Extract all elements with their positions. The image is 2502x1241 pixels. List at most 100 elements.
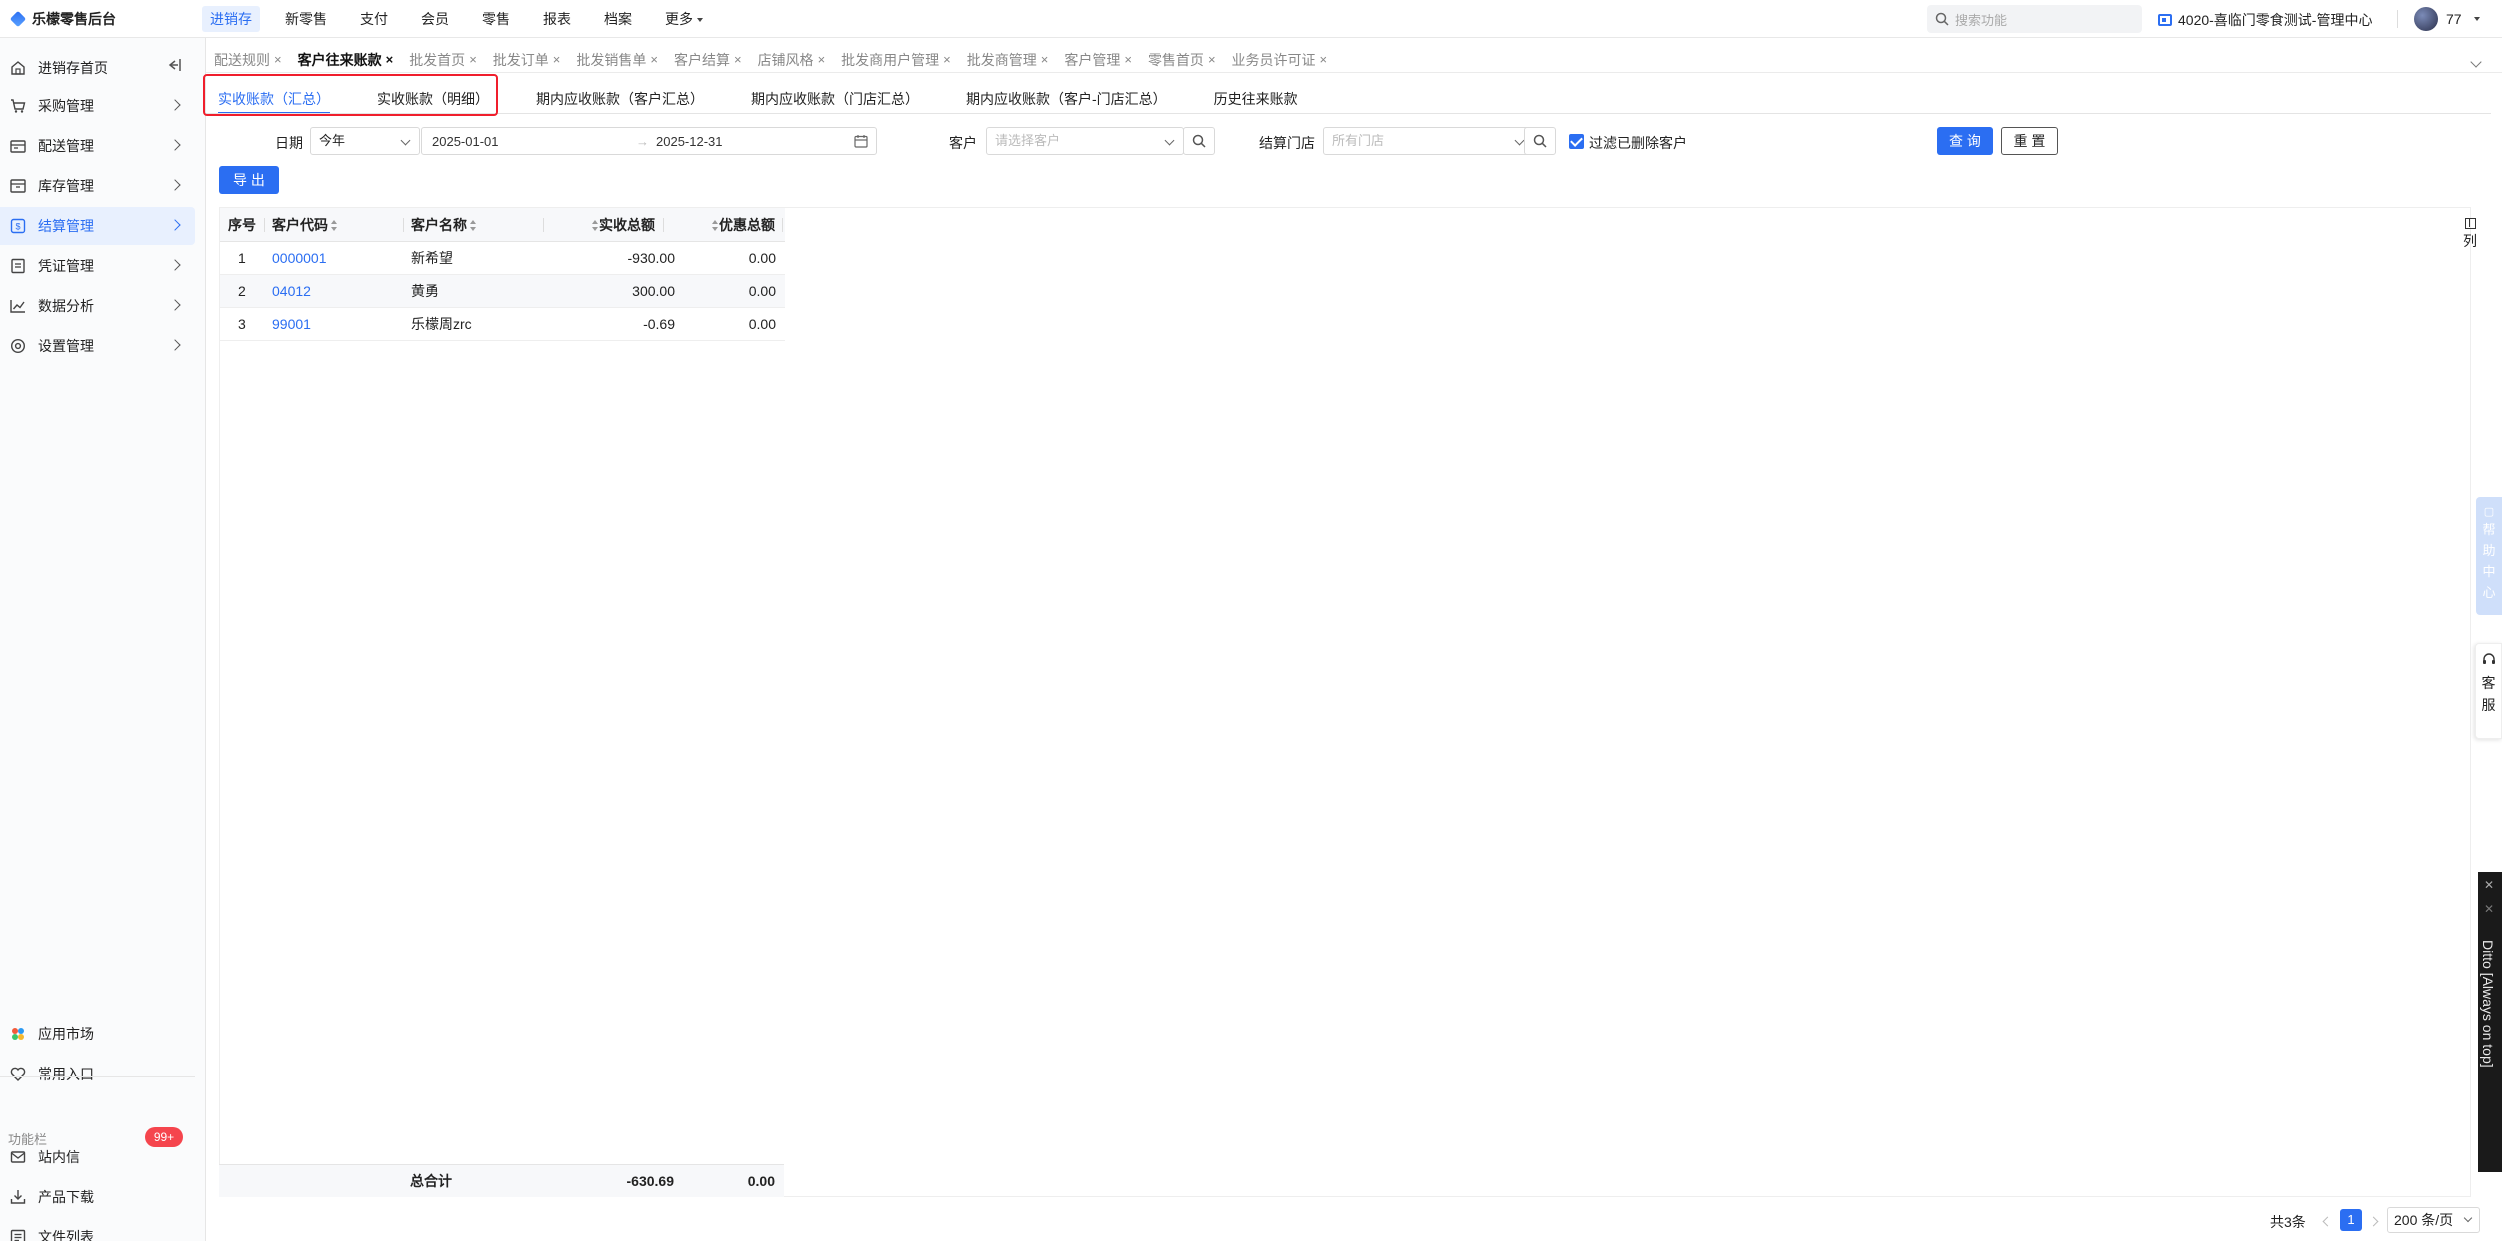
tab-customer-accounts[interactable]: 客户往来账款 × <box>290 48 400 72</box>
search-icon <box>1935 12 1949 26</box>
column-settings-button[interactable]: 列 <box>2462 218 2478 251</box>
sidebar-item-analytics[interactable]: 数据分析 <box>0 287 195 325</box>
subtab-receivable-customer-store[interactable]: 期内应收账款（客户-门店汇总） <box>966 88 1167 112</box>
subtab-receivable-store[interactable]: 期内应收账款（门店汇总） <box>751 88 919 112</box>
tab-customer-settlement[interactable]: 客户结算 × <box>666 48 748 72</box>
topnav-item-pay[interactable]: 支付 <box>352 6 396 32</box>
subtab-history[interactable]: 历史往来账款 <box>1214 88 1298 112</box>
export-button[interactable]: 导 出 <box>219 166 279 194</box>
topnav-item-jxc[interactable]: 进销存 <box>202 6 260 32</box>
close-icon[interactable]: × <box>650 48 658 72</box>
tab-label: 批发商用户管理 <box>841 52 940 68</box>
avatar[interactable] <box>2414 7 2438 31</box>
query-button[interactable]: 查 询 <box>1937 127 1993 155</box>
close-icon[interactable]: ✕ <box>2484 878 2494 892</box>
topnav-item-archive[interactable]: 档案 <box>596 6 640 32</box>
chevron-down-icon[interactable] <box>2474 17 2480 21</box>
cell-code-link[interactable]: 0000001 <box>272 242 327 275</box>
customer-search-button[interactable] <box>1183 127 1215 155</box>
sidebar-item-inventory[interactable]: 库存管理 <box>0 167 195 205</box>
cell-discount: 0.00 <box>748 250 776 266</box>
topnav-item-report[interactable]: 报表 <box>535 6 579 32</box>
column-header-name[interactable]: 客户名称 <box>411 208 477 242</box>
cell-discount: 0.00 <box>748 316 776 332</box>
close-icon[interactable]: × <box>1124 48 1132 72</box>
close-icon[interactable]: × <box>469 48 477 72</box>
sidebar-favorites[interactable]: 常用入口 <box>0 1055 195 1093</box>
ditto-window[interactable]: ✕ ✕ Ditto [Always on top] <box>2478 872 2502 1172</box>
date-preset-select[interactable]: 今年 <box>310 127 420 155</box>
cell-code-link[interactable]: 04012 <box>272 275 311 308</box>
tab-wholesale-sales[interactable]: 批发销售单 × <box>568 48 664 72</box>
tab-wholesale-orders[interactable]: 批发订单 × <box>485 48 567 72</box>
sort-icon[interactable] <box>711 220 719 232</box>
table-row[interactable]: 2 04012 黄勇 300.00 0.00 <box>220 275 785 308</box>
close-icon[interactable]: × <box>553 48 561 72</box>
user-name[interactable]: 77 <box>2446 11 2462 27</box>
sort-icon[interactable] <box>469 220 477 232</box>
close-icon[interactable]: × <box>1041 48 1049 72</box>
tab-retail-home[interactable]: 零售首页 × <box>1140 48 1222 72</box>
sort-icon[interactable] <box>591 220 599 232</box>
tab-wholesale-home[interactable]: 批发首页 × <box>401 48 483 72</box>
table-row[interactable]: 3 99001 乐檬周zrc -0.69 0.00 <box>220 308 785 341</box>
subtab-receivable-customer[interactable]: 期内应收账款（客户汇总） <box>536 88 704 112</box>
store-search-button[interactable] <box>1524 127 1556 155</box>
filter-deleted-label[interactable]: 过滤已删除客户 <box>1589 133 1687 153</box>
tab-wholesaler-users[interactable]: 批发商用户管理 × <box>833 48 957 72</box>
function-search-input[interactable]: 搜索功能 <box>1927 5 2142 33</box>
close-icon[interactable]: × <box>1208 48 1216 72</box>
store-select[interactable]: 所有门店 <box>1323 127 1534 155</box>
sidebar-item-label: 产品下载 <box>38 1189 94 1205</box>
close-icon[interactable]: ✕ <box>2484 902 2494 916</box>
filter-deleted-checkbox[interactable] <box>1569 134 1584 149</box>
store-label: 结算门店 <box>1259 135 1315 151</box>
tab-customer-management[interactable]: 客户管理 × <box>1056 48 1138 72</box>
tab-wholesaler-management[interactable]: 批发商管理 × <box>959 48 1055 72</box>
page-size-select[interactable]: 200 条/页 <box>2387 1207 2480 1233</box>
close-icon[interactable]: × <box>943 48 951 72</box>
date-start[interactable]: 2025-01-01 <box>432 134 499 149</box>
store-switcher[interactable]: 4020-喜临门零食测试-管理中心 <box>2158 10 2372 30</box>
sidebar-app-market[interactable]: 应用市场 <box>0 1015 195 1053</box>
chevron-down-icon[interactable] <box>2470 56 2482 68</box>
table-row[interactable]: 1 0000001 新希望 -930.00 0.00 <box>220 242 785 275</box>
customer-select[interactable]: 请选择客户 <box>986 127 1184 155</box>
sidebar-files[interactable]: 文件列表 <box>0 1218 195 1241</box>
chevron-right-icon[interactable] <box>2368 1216 2379 1227</box>
topnav-item-more[interactable]: 更多 <box>657 6 711 32</box>
close-icon[interactable]: × <box>1320 48 1328 72</box>
sidebar-item-voucher[interactable]: 凭证管理 <box>0 247 195 285</box>
pager-page-1[interactable]: 1 <box>2340 1209 2362 1231</box>
sidebar-item-delivery[interactable]: 配送管理 <box>0 127 195 165</box>
column-header-discount[interactable]: 优惠总额 <box>709 208 775 242</box>
chevron-left-icon[interactable] <box>2322 1216 2333 1227</box>
collapse-sidebar-icon[interactable] <box>166 58 182 72</box>
sidebar-downloads[interactable]: 产品下载 <box>0 1178 195 1216</box>
column-header-code[interactable]: 客户代码 <box>272 208 338 242</box>
date-range-picker[interactable]: 2025-01-01 → 2025-12-31 <box>421 127 877 155</box>
sidebar-item-settings[interactable]: 设置管理 <box>0 327 195 365</box>
topnav-item-newretail[interactable]: 新零售 <box>277 6 335 32</box>
app-logo[interactable]: 乐檬零售后台 <box>9 9 116 29</box>
close-icon[interactable]: × <box>274 48 282 72</box>
help-center-button[interactable]: ▢ 帮 助 中 心 <box>2476 497 2502 615</box>
tab-shop-style[interactable]: 店铺风格 × <box>750 48 832 72</box>
reset-button[interactable]: 重 置 <box>2001 127 2058 155</box>
sidebar-item-purchase[interactable]: 采购管理 <box>0 87 195 125</box>
close-icon[interactable]: × <box>818 48 826 72</box>
close-icon[interactable]: × <box>734 48 742 72</box>
tab-delivery-rules[interactable]: 配送规则 × <box>206 48 288 72</box>
topnav-item-retail[interactable]: 零售 <box>474 6 518 32</box>
cell-code-link[interactable]: 99001 <box>272 308 311 341</box>
sidebar-item-settlement[interactable]: $ 结算管理 <box>0 207 195 245</box>
tab-salesman-license[interactable]: 业务员许可证 × <box>1224 48 1334 72</box>
columns-icon <box>2464 218 2476 229</box>
column-header-amount[interactable]: 实收总额 <box>589 208 655 242</box>
date-end[interactable]: 2025-12-31 <box>656 134 723 149</box>
sort-icon[interactable] <box>330 220 338 232</box>
cart-icon <box>10 98 26 114</box>
close-icon[interactable]: × <box>386 48 394 72</box>
customer-service-button[interactable]: 客 服 <box>2475 643 2502 739</box>
topnav-item-member[interactable]: 会员 <box>413 6 457 32</box>
